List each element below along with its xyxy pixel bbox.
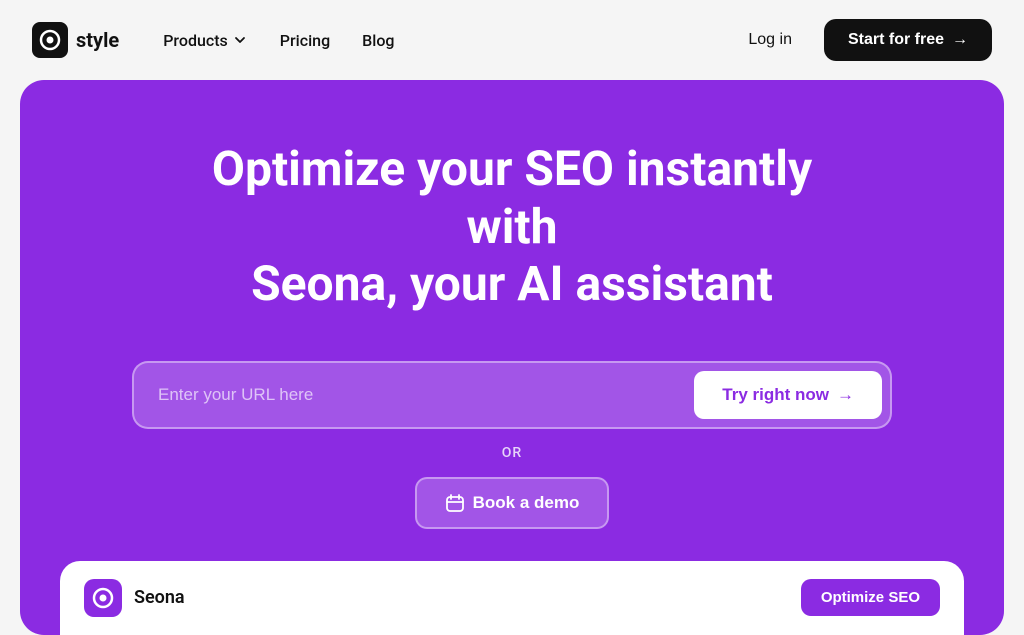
seona-avatar [84,579,122,617]
or-divider: OR [502,445,522,461]
arrow-icon: → [952,31,968,49]
navbar: style Products Pricing Blog Log in Start… [0,0,1024,80]
hero-title: Optimize your SEO instantly with Seona, … [162,140,862,313]
nav-links: Products Pricing Blog [151,23,406,58]
start-for-free-button[interactable]: Start for free → [824,19,992,61]
hero-section: Optimize your SEO instantly with Seona, … [20,80,1004,635]
try-right-now-button[interactable]: Try right now → [694,371,882,419]
logo-text: style [76,28,119,52]
chevron-down-icon [232,32,248,48]
nav-right: Log in Start for free → [732,19,992,61]
nav-link-products[interactable]: Products [151,23,260,58]
optimize-seo-button[interactable]: Optimize SEO [801,579,940,616]
arrow-icon: → [837,385,854,405]
seona-card: Seona Optimize SEO [60,561,964,635]
url-form: Try right now → [132,361,892,429]
url-input[interactable] [142,373,686,417]
calendar-icon [445,493,465,513]
book-demo-button[interactable]: Book a demo [415,477,610,529]
seona-left: Seona [84,579,185,617]
nav-left: style Products Pricing Blog [32,22,406,58]
logo[interactable]: style [32,22,119,58]
nav-link-pricing[interactable]: Pricing [268,23,342,58]
login-button[interactable]: Log in [732,23,808,57]
logo-icon [32,22,68,58]
seona-name: Seona [134,587,185,608]
nav-link-blog[interactable]: Blog [350,23,406,58]
